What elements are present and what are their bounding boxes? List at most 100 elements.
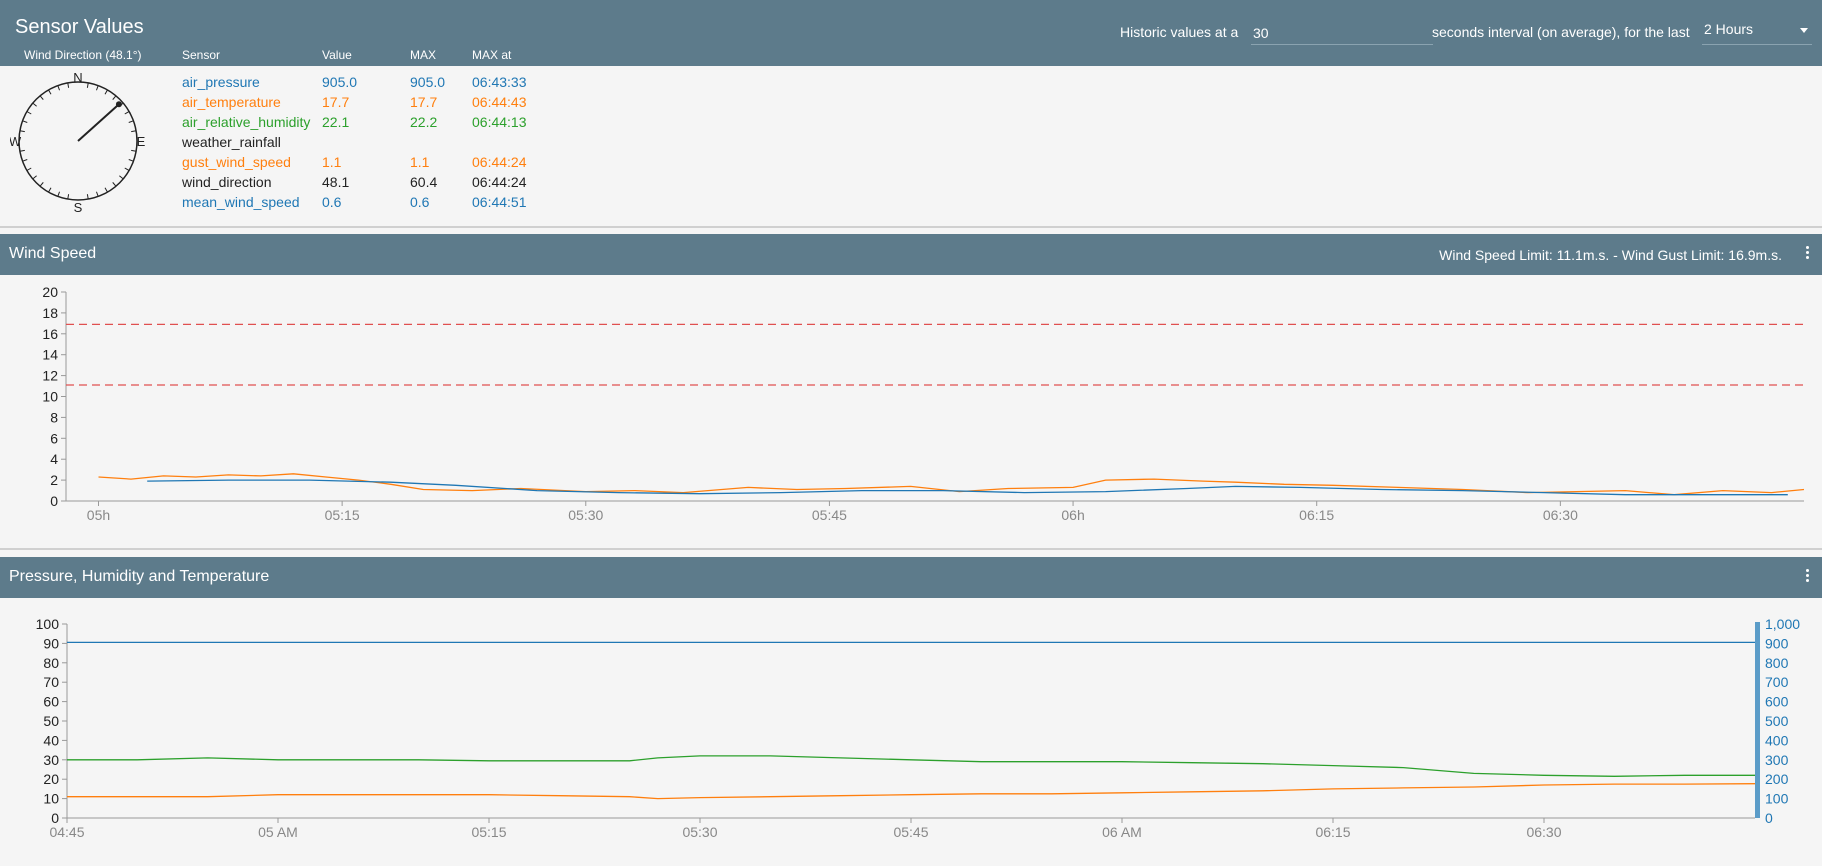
divider <box>0 226 1822 228</box>
y-right-tick-label: 800 <box>1765 655 1789 671</box>
compass-tick <box>22 120 28 124</box>
y-right-tick-label: 300 <box>1765 752 1789 768</box>
sensor-max: 22.2 <box>410 114 438 130</box>
series-line-1 <box>67 755 1755 777</box>
hist-range-select[interactable]: 2 Hours <box>1702 20 1812 45</box>
wind-limit-text: Wind Speed Limit: 11.1m.s. - Wind Gust L… <box>1439 247 1782 263</box>
sensor-values-header: Sensor Values Historic values at a secon… <box>0 0 1822 66</box>
compass-tick <box>112 182 117 187</box>
y-right-tick-label: 400 <box>1765 732 1789 748</box>
sensor-name: air_pressure <box>182 74 260 90</box>
sensor-name: air_relative_humidity <box>182 114 311 130</box>
sensor-name: wind_direction <box>182 174 272 190</box>
right-axis-bar <box>1755 622 1760 818</box>
y-right-tick-label: 600 <box>1765 694 1789 710</box>
hist-interval-input[interactable] <box>1251 22 1433 45</box>
wind-direction-compass: N E S W <box>10 72 146 214</box>
compass-needle-tip <box>115 101 122 108</box>
compass-tick <box>48 89 52 95</box>
divider <box>0 548 1822 550</box>
x-tick-label: 05:45 <box>812 507 847 523</box>
compass-w-label: W <box>10 134 22 149</box>
wind-panel-title: Wind Speed <box>9 245 97 262</box>
x-tick-label: 06:15 <box>1299 507 1334 523</box>
y-tick-label: 50 <box>43 713 59 729</box>
compass-tick <box>124 111 130 115</box>
y-tick-label: 14 <box>42 347 58 363</box>
series-line-2 <box>67 783 1756 800</box>
x-tick-label: 04:45 <box>49 824 84 840</box>
x-tick-label: 05h <box>87 507 110 523</box>
compass-label: Wind Direction (48.1°) <box>24 48 142 62</box>
compass-s-label: S <box>74 200 83 214</box>
y-right-tick-label: 500 <box>1765 713 1789 729</box>
y-tick-label: 20 <box>42 284 58 300</box>
sensor-max: 1.1 <box>410 154 430 170</box>
y-tick-label: 12 <box>42 368 58 384</box>
y-tick-label: 6 <box>50 430 58 446</box>
wind-menu-icon[interactable] <box>1806 246 1810 262</box>
y-right-tick-label: 200 <box>1765 771 1789 787</box>
col-sensor-header: Sensor <box>182 48 221 62</box>
compass-tick <box>48 187 52 193</box>
y-tick-label: 10 <box>42 389 58 405</box>
x-tick-label: 06h <box>1061 507 1084 523</box>
compass-tick <box>104 89 108 95</box>
y-tick-label: 18 <box>42 305 58 321</box>
sensor-max-at: 06:43:33 <box>472 74 527 90</box>
compass-tick <box>95 85 99 91</box>
y-tick-label: 40 <box>43 732 59 748</box>
y-tick-label: 0 <box>50 493 58 509</box>
hist-suffix-label: seconds interval (on average), for the l… <box>1432 24 1690 40</box>
x-tick-label: 05:15 <box>471 824 506 840</box>
pht-panel-header: Pressure, Humidity and Temperature <box>0 557 1822 598</box>
y-tick-label: 100 <box>36 616 60 632</box>
x-tick-label: 05:30 <box>682 824 717 840</box>
y-right-tick-label: 900 <box>1765 635 1789 651</box>
x-tick-label: 05 AM <box>258 824 298 840</box>
y-tick-label: 20 <box>43 771 59 787</box>
compass-n-label: N <box>73 72 82 85</box>
x-tick-label: 05:30 <box>568 507 603 523</box>
y-tick-label: 8 <box>50 409 58 425</box>
sensor-max: 60.4 <box>410 174 438 190</box>
sensor-max-at: 06:44:51 <box>472 194 527 210</box>
y-tick-label: 30 <box>43 752 59 768</box>
x-tick-label: 06:30 <box>1543 507 1578 523</box>
y-tick-label: 90 <box>43 635 59 651</box>
y-tick-label: 4 <box>50 451 58 467</box>
compass-tick <box>128 120 134 124</box>
sensor-max-at: 06:44:13 <box>472 114 527 130</box>
sensor-value: 48.1 <box>322 174 350 190</box>
x-tick-label: 06:15 <box>1315 824 1350 840</box>
compass-tick <box>39 182 44 187</box>
sensor-max-at: 06:44:24 <box>472 174 527 190</box>
x-tick-label: 06:30 <box>1526 824 1561 840</box>
y-tick-label: 16 <box>42 326 58 342</box>
x-tick-label: 05:45 <box>893 824 928 840</box>
pht-menu-icon[interactable] <box>1806 569 1810 585</box>
x-tick-label: 06 AM <box>1102 824 1142 840</box>
sensor-max: 17.7 <box>410 94 438 110</box>
compass-needle <box>77 103 120 142</box>
wind-speed-panel-header: Wind Speed Wind Speed Limit: 11.1m.s. - … <box>0 234 1822 275</box>
y-tick-label: 2 <box>50 472 58 488</box>
sensor-name: mean_wind_speed <box>182 194 300 210</box>
y-tick-label: 70 <box>43 674 59 690</box>
hist-prefix-label: Historic values at a <box>1120 24 1239 40</box>
series-line-1 <box>147 479 1788 496</box>
hist-range-value: 2 Hours <box>1704 21 1754 37</box>
col-max-header: MAX <box>410 48 437 62</box>
sensor-max-at: 06:44:24 <box>472 154 527 170</box>
compass-tick <box>57 191 61 197</box>
x-tick-label: 05:15 <box>325 507 360 523</box>
sensor-max: 0.6 <box>410 194 430 210</box>
sensor-max-at: 06:44:43 <box>472 94 527 110</box>
col-value-header: Value <box>322 48 352 62</box>
sensor-value: 17.7 <box>322 94 350 110</box>
y-right-tick-label: 1,000 <box>1765 616 1800 632</box>
col-max-at-header: MAX at <box>472 48 512 62</box>
y-right-tick-label: 100 <box>1765 791 1789 807</box>
compass-tick <box>124 167 130 171</box>
sensor-value: 905.0 <box>322 74 358 90</box>
